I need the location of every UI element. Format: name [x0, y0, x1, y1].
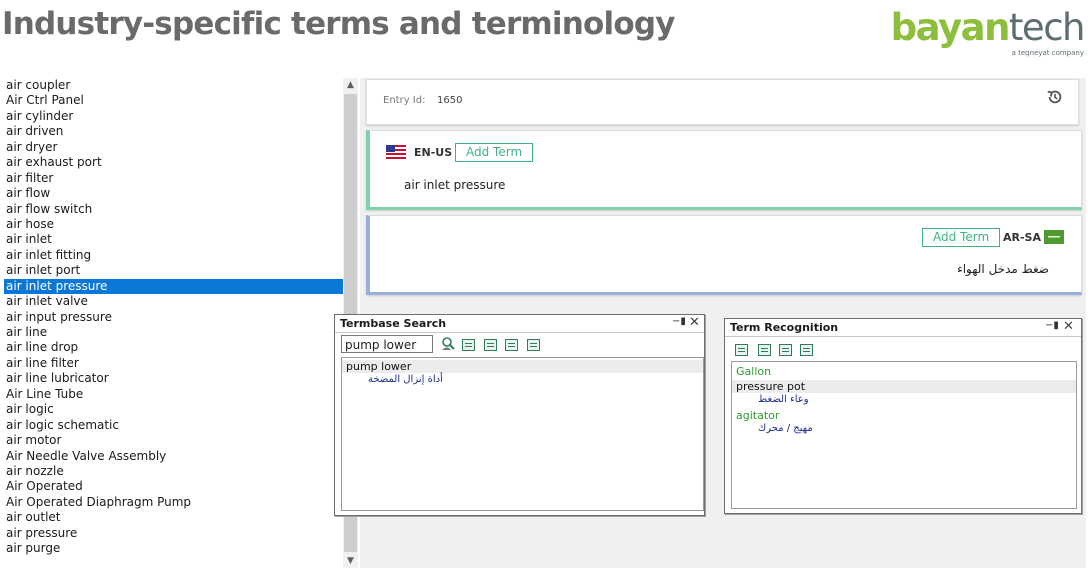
termbase-search-input[interactable]: pump lower — [341, 335, 433, 353]
sort-az-icon[interactable] — [800, 344, 813, 356]
term-recognition-header[interactable]: Term Recognition −▮ ✕ — [725, 319, 1081, 337]
close-icon[interactable]: ✕ — [689, 315, 700, 330]
term-list-item[interactable]: air line lubricator — [4, 371, 343, 386]
term-recognition-results[interactable]: Gallon pressure pot وعاء الضغط agitator … — [731, 361, 1077, 509]
termbase-search-title: Termbase Search — [340, 317, 447, 330]
entry-id-value: 1650 — [437, 95, 463, 106]
term-list-item[interactable]: air inlet — [4, 232, 343, 247]
entry-settings-icon[interactable] — [505, 339, 518, 351]
term-list-item[interactable]: air pressure — [4, 526, 343, 541]
recognized-term-translation[interactable]: مهيج / محرك — [732, 422, 1076, 435]
term-list-item[interactable]: air inlet port — [4, 263, 343, 278]
pin-icon[interactable]: −▮ — [1045, 320, 1059, 331]
term-list-item[interactable]: air driven — [4, 124, 343, 139]
term-list-item[interactable]: air hose — [4, 217, 343, 232]
entry-view-icon[interactable] — [735, 344, 748, 356]
term-list-item[interactable]: air line drop — [4, 340, 343, 355]
term-list-item[interactable]: air logic schematic — [4, 418, 343, 433]
logo-tech-text: tech — [1008, 6, 1086, 49]
term-list-item[interactable]: air cylinder — [4, 109, 343, 124]
term-list-item[interactable]: air motor — [4, 433, 343, 448]
saudi-flag-icon — [1044, 230, 1064, 244]
entry-id-card: Entry Id: 1650 — [366, 79, 1079, 125]
term-list-item[interactable]: air flow switch — [4, 202, 343, 217]
term-list-item[interactable]: air line filter — [4, 356, 343, 371]
term-list-item[interactable]: Air Ctrl Panel — [4, 93, 343, 108]
scroll-down-arrow-icon[interactable]: ▼ — [343, 554, 358, 568]
entry-id-label: Entry Id: — [383, 95, 426, 106]
search-result-source[interactable]: pump lower — [342, 360, 703, 373]
recognized-term-translation[interactable]: وعاء الضغط — [732, 393, 1076, 406]
add-entry-icon[interactable] — [484, 339, 497, 351]
term-list-item[interactable]: air flow — [4, 186, 343, 201]
target-term-text[interactable]: ضغط مدخل الهواء — [957, 262, 1049, 276]
term-list-item[interactable]: air inlet fitting — [4, 248, 343, 263]
source-term-card: EN-US Add Term air inlet pressure — [366, 130, 1082, 210]
term-recognition-title: Term Recognition — [730, 321, 839, 334]
term-recognition-pane[interactable]: Term Recognition −▮ ✕ Gallon pressure po… — [724, 318, 1082, 514]
bayantech-logo: bayantech a teqneyat company — [886, 6, 1086, 62]
logo-bayan-text: bayan — [890, 6, 1011, 49]
termbase-search-pane[interactable]: Termbase Search −▮ ✕ pump lower pump low… — [334, 314, 705, 516]
target-term-card: Add Term AR-SA ضغط مدخل الهواء — [366, 215, 1082, 295]
termbase-search-results[interactable]: pump lower أداة إنزال المضخة — [341, 357, 704, 511]
term-list-item[interactable]: air nozzle — [4, 464, 343, 479]
term-list-item[interactable]: air outlet — [4, 510, 343, 525]
term-list-item[interactable]: air filter — [4, 171, 343, 186]
recognized-term[interactable]: agitator — [732, 409, 1076, 422]
source-term-text[interactable]: air inlet pressure — [404, 178, 505, 192]
source-lang-code: EN-US — [414, 146, 453, 159]
termbase-search-header[interactable]: Termbase Search −▮ ✕ — [335, 315, 704, 333]
entry-view-icon[interactable] — [462, 339, 475, 351]
term-list-item[interactable]: air inlet valve — [4, 294, 343, 309]
entry-settings-icon[interactable] — [779, 344, 792, 356]
target-lang-code: AR-SA — [1003, 231, 1041, 244]
term-list-item[interactable]: air input pressure — [4, 310, 343, 325]
add-target-term-button[interactable]: Add Term — [922, 228, 1001, 247]
search-user-icon[interactable] — [441, 337, 455, 351]
term-list[interactable]: air coupler Air Ctrl Panel air cylinder … — [4, 78, 343, 567]
add-source-term-button[interactable]: Add Term — [455, 143, 534, 162]
term-list-item[interactable]: air logic — [4, 402, 343, 417]
recognized-term[interactable]: pressure pot — [732, 380, 1076, 393]
term-list-item[interactable]: air purge — [4, 541, 343, 556]
term-list-item[interactable]: Air Operated Diaphragm Pump — [4, 495, 343, 510]
us-flag-icon — [386, 145, 406, 159]
sort-az-icon[interactable] — [527, 339, 540, 351]
pin-icon[interactable]: −▮ — [672, 316, 686, 327]
term-list-item[interactable]: air coupler — [4, 78, 343, 93]
recognized-term[interactable]: Gallon — [732, 365, 1076, 378]
term-list-item[interactable]: air exhaust port — [4, 155, 343, 170]
term-list-item[interactable]: Air Line Tube — [4, 387, 343, 402]
term-list-item[interactable]: Air Operated — [4, 479, 343, 494]
term-list-item[interactable]: air dryer — [4, 140, 343, 155]
term-list-item-selected[interactable]: air inlet pressure — [4, 278, 343, 295]
scroll-up-arrow-icon[interactable]: ▲ — [343, 78, 358, 92]
close-icon[interactable]: ✕ — [1063, 319, 1074, 334]
term-list-item[interactable]: air line — [4, 325, 343, 340]
search-result-target[interactable]: أداة إنزال المضخة — [342, 373, 703, 386]
history-icon[interactable] — [1046, 88, 1064, 106]
term-list-item[interactable]: Air Needle Valve Assembly — [4, 449, 343, 464]
page-title: Industry-specific terms and terminology — [2, 6, 675, 42]
add-entry-icon[interactable] — [758, 344, 771, 356]
logo-subtitle: a teqneyat company — [1011, 49, 1084, 57]
